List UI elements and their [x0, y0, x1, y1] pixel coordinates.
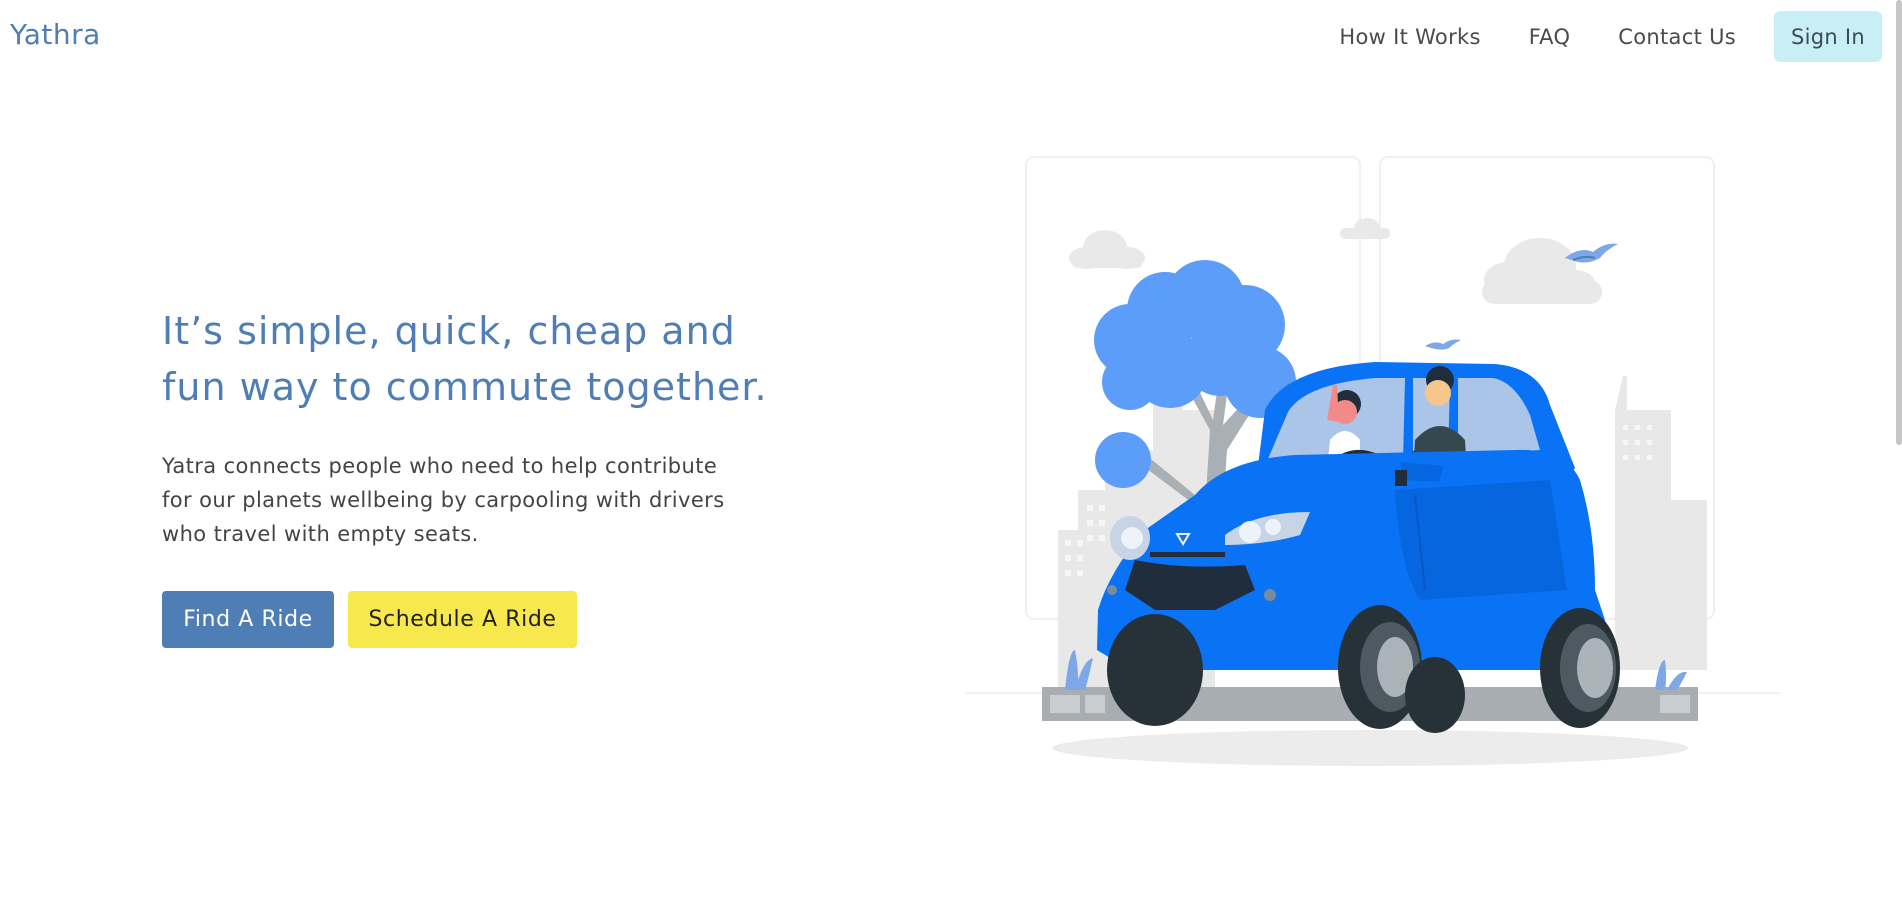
schedule-ride-button[interactable]: Schedule A Ride [348, 591, 577, 648]
cta-buttons: Find A Ride Schedule A Ride [162, 591, 577, 648]
nav-faq[interactable]: FAQ [1529, 25, 1571, 49]
nav-contact-us[interactable]: Contact Us [1618, 25, 1736, 49]
find-ride-button[interactable]: Find A Ride [162, 591, 334, 648]
wheel-icon [1540, 608, 1620, 728]
car-shadow [1052, 730, 1688, 766]
page-scrollbar[interactable] [1896, 0, 1902, 445]
landing-page: Yathra How It Works FAQ Contact Us Sign … [0, 0, 1902, 899]
brand-logo[interactable]: Yathra [10, 18, 101, 51]
navbar: Yathra How It Works FAQ Contact Us Sign … [0, 0, 1902, 74]
hero-description: Yatra connects people who need to help c… [162, 454, 725, 546]
carpool-illustration [965, 156, 1780, 766]
nav-links: How It Works FAQ Contact Us Sign In [1339, 11, 1882, 62]
hero-title: It’s simple, quick, cheap and fun way to… [162, 309, 768, 409]
sign-in-button[interactable]: Sign In [1774, 11, 1882, 62]
nav-how-it-works[interactable]: How It Works [1339, 25, 1480, 49]
wheel-icon [1107, 614, 1203, 726]
wheel-icon [1405, 657, 1465, 733]
